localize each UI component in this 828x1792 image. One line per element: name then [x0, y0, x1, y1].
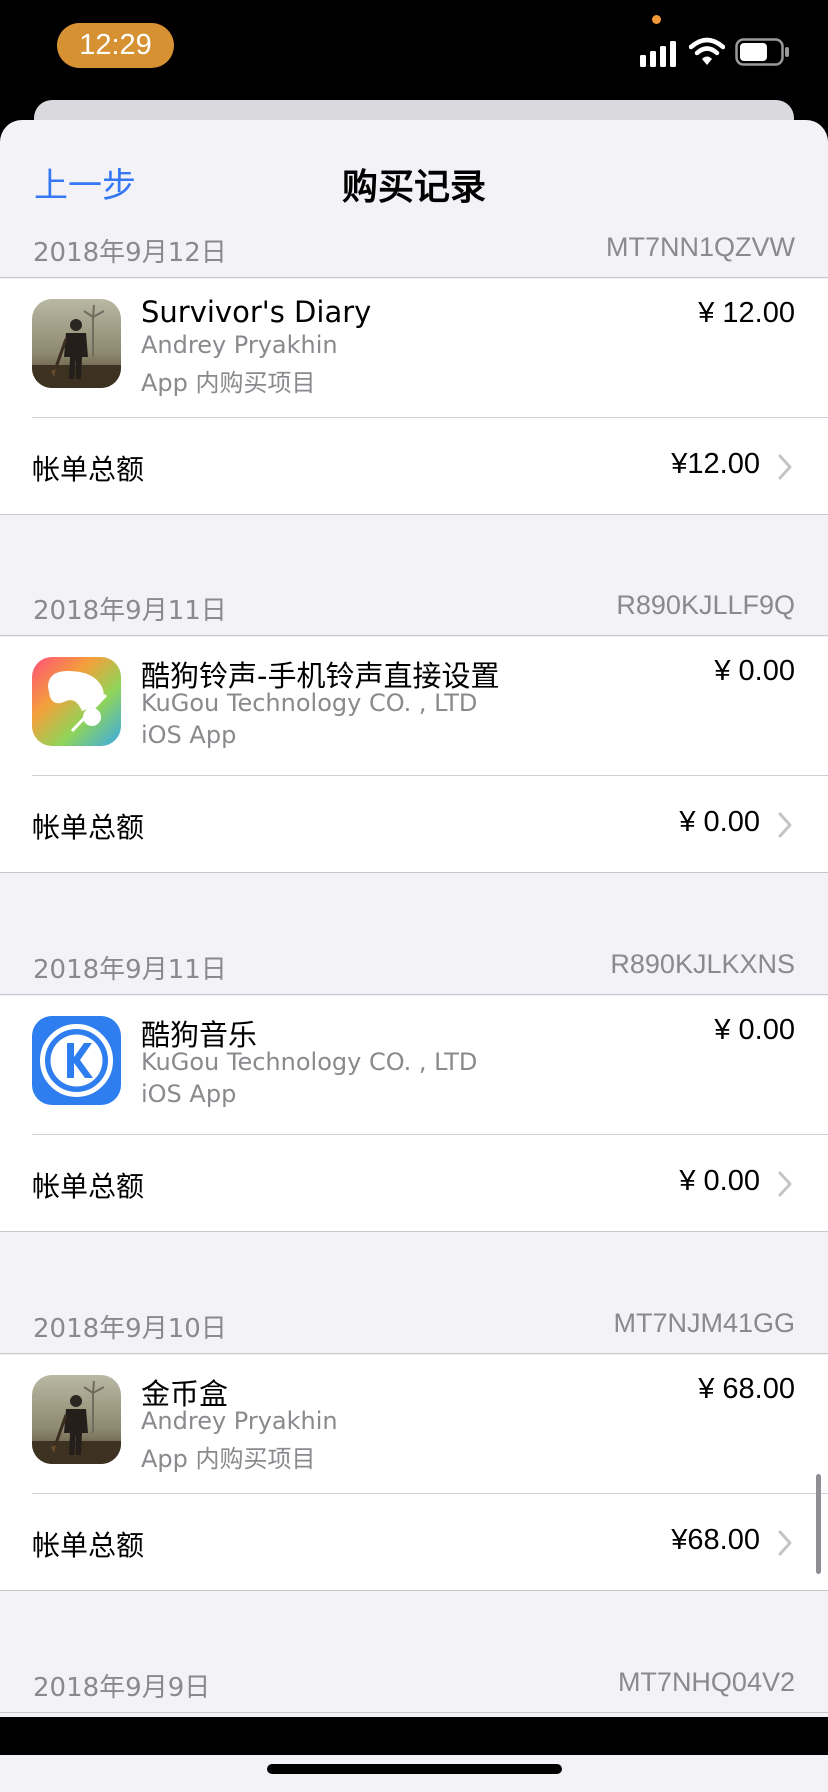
survivor-game-icon — [32, 1375, 121, 1464]
section-header: 2018年9月11日 R890KJLKXNS — [0, 935, 828, 995]
item-type: iOS App — [141, 721, 237, 749]
purchase-history-sheet: 上一步 购买记录 2018年9月12日 MT7NN1QZVW Survivor'… — [0, 120, 828, 1717]
bill-total-row[interactable]: 帐单总额 ¥ 0.00 — [0, 1135, 828, 1232]
order-id: R890KJLKXNS — [610, 949, 795, 979]
purchase-date: 2018年9月11日 — [33, 955, 227, 985]
bill-total-amount: ¥ 0.00 — [679, 806, 760, 838]
status-time[interactable]: 12:29 — [57, 23, 174, 68]
scroll-indicator[interactable] — [816, 1474, 821, 1574]
item-type: App 内购买项目 — [141, 1445, 316, 1473]
section-header: 2018年9月9日 MT7NHQ04V2 — [0, 1653, 828, 1713]
page-title: 购买记录 — [341, 167, 486, 208]
item-title: Survivor's Diary — [141, 295, 372, 329]
bill-total-amount: ¥ 0.00 — [679, 1165, 760, 1197]
bill-total-row[interactable]: 帐单总额 ¥ 0.00 — [0, 776, 828, 873]
purchase-date: 2018年9月9日 — [33, 1673, 211, 1703]
order-id: MT7NHQ04V2 — [617, 1667, 795, 1697]
order-id: MT7NJM41GG — [613, 1308, 795, 1338]
item-type: App 内购买项目 — [141, 369, 316, 397]
bill-total-label: 帐单总额 — [32, 811, 145, 844]
bottom-band — [0, 1717, 828, 1755]
battery-icon — [735, 38, 789, 66]
purchase-date: 2018年9月12日 — [33, 238, 227, 268]
purchase-item-row[interactable]: 金币盒 Andrey Pryakhin App 内购买项目 ¥ 68.00 — [0, 1355, 828, 1494]
item-developer: KuGou Technology CO. , LTD — [141, 689, 478, 717]
order-id: MT7NN1QZVW — [606, 232, 795, 262]
home-indicator[interactable] — [267, 1764, 562, 1774]
purchase-card: 酷狗音乐 KuGou Technology CO. , LTD iOS App … — [0, 996, 828, 1232]
survivor-game-icon — [32, 299, 121, 388]
item-developer: Andrey Pryakhin — [141, 331, 338, 359]
section-header: 2018年9月10日 MT7NJM41GG — [0, 1294, 828, 1354]
item-price: ¥ 12.00 — [698, 297, 795, 329]
item-developer: KuGou Technology CO. , LTD — [141, 1048, 478, 1076]
wifi-icon — [689, 37, 725, 65]
purchase-date: 2018年9月11日 — [33, 596, 227, 626]
item-type: iOS App — [141, 1080, 237, 1108]
section-header: 2018年9月11日 R890KJLLF9Q — [0, 576, 828, 636]
section-header: 2018年9月12日 MT7NN1QZVW — [0, 218, 828, 278]
signal-icon — [640, 41, 676, 67]
privacy-indicator-dot — [652, 15, 661, 24]
item-price: ¥ 0.00 — [714, 1014, 795, 1046]
bill-total-row[interactable]: 帐单总额 ¥12.00 — [0, 418, 828, 515]
order-id: R890KJLLF9Q — [616, 590, 795, 620]
item-price: ¥ 68.00 — [698, 1373, 795, 1405]
purchase-card: Survivor's Diary Andrey Pryakhin App 内购买… — [0, 279, 828, 515]
chevron-right-icon — [778, 812, 792, 838]
bill-total-amount: ¥68.00 — [671, 1524, 760, 1556]
bill-total-amount: ¥12.00 — [671, 448, 760, 480]
bill-total-row[interactable]: 帐单总额 ¥68.00 — [0, 1494, 828, 1591]
purchase-item-row[interactable]: 酷狗铃声-手机铃声直接设置 KuGou Technology CO. , LTD… — [0, 637, 828, 776]
bill-total-label: 帐单总额 — [32, 1170, 145, 1203]
purchase-item-row[interactable]: Survivor's Diary Andrey Pryakhin App 内购买… — [0, 279, 828, 418]
navigation-bar: 上一步 购买记录 — [0, 120, 828, 230]
status-bar: 12:29 — [0, 0, 828, 100]
item-developer: Andrey Pryakhin — [141, 1407, 338, 1435]
chevron-right-icon — [778, 1171, 792, 1197]
purchase-item-row[interactable]: 酷狗音乐 KuGou Technology CO. , LTD iOS App … — [0, 996, 828, 1135]
kugou-ringtone-icon — [32, 657, 121, 746]
item-price: ¥ 0.00 — [714, 655, 795, 687]
purchase-card: 酷狗铃声-手机铃声直接设置 KuGou Technology CO. , LTD… — [0, 637, 828, 873]
chevron-right-icon — [778, 454, 792, 480]
bill-total-label: 帐单总额 — [32, 453, 145, 486]
kugou-music-icon — [32, 1016, 121, 1105]
purchase-card: 金币盒 Andrey Pryakhin App 内购买项目 ¥ 68.00 帐单… — [0, 1355, 828, 1591]
chevron-right-icon — [778, 1530, 792, 1556]
bill-total-label: 帐单总额 — [32, 1529, 145, 1562]
purchase-date: 2018年9月10日 — [33, 1314, 227, 1344]
